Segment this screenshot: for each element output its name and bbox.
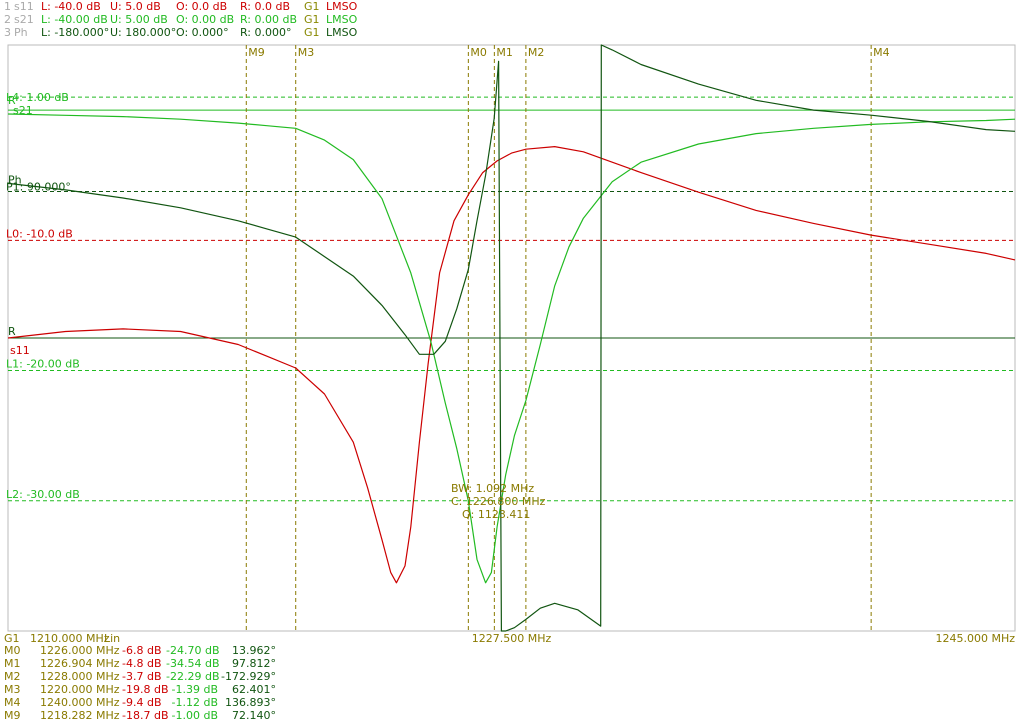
marker-label: M4 (873, 46, 890, 59)
bandwidth-center: C: 1226.800 MHz (451, 495, 546, 508)
bandwidth-value: BW: 1.092 MHz (451, 482, 534, 495)
plot-area[interactable]: M9 M3 M0 M1 M2 M4Rs21L4: 1.00 dBPhP1: 90.000°… (0, 0, 1020, 726)
marker-label: M2 (528, 46, 545, 59)
marker-freq: 1228.000 MHz (40, 670, 120, 683)
marker-freq: 1240.000 MHz (40, 696, 120, 709)
marker-name: M3 (4, 683, 21, 696)
limit-label-p1: P1: 90.000° (6, 181, 71, 194)
trace-label-s11: s11 (10, 344, 30, 357)
marker-name: M0 (4, 644, 21, 657)
axis-center: 1227.500 MHz (472, 632, 552, 645)
marker-label: M3 (298, 46, 315, 59)
marker-name: M1 (4, 657, 21, 670)
limit-label-l2: L2: -30.00 dB (6, 488, 80, 501)
marker-label: M0 (470, 46, 487, 59)
marker-s21-value: -34.54 dB (166, 657, 220, 670)
reference-label: R (8, 325, 16, 338)
marker-s21-value: -1.12 dB (171, 696, 219, 709)
marker-s11-value: -6.8 dB (122, 644, 162, 657)
marker-name: M2 (4, 670, 21, 683)
trace-label-s21: s21 (13, 104, 33, 117)
marker-s11-value: -3.7 dB (122, 670, 162, 683)
marker-s11-value: -9.4 dB (122, 696, 162, 709)
limit-label-l1: L1: -20.00 dB (6, 358, 80, 371)
marker-phase-value: 97.812° (232, 657, 276, 670)
marker-s11-value: -4.8 dB (122, 657, 162, 670)
marker-name: M9 (4, 709, 21, 722)
marker-freq: 1218.282 MHz (40, 709, 120, 722)
limit-label-l4: L4: 1.00 dB (6, 91, 69, 104)
marker-phase-value: -172.929° (221, 670, 276, 683)
axis-stop: 1245.000 MHz (935, 632, 1015, 645)
marker-label: M1 (496, 46, 513, 59)
marker-freq: 1220.000 MHz (40, 683, 120, 696)
marker-s21-value: -1.39 dB (171, 683, 219, 696)
limit-label-l0: L0: -10.0 dB (6, 227, 73, 240)
marker-freq: 1226.000 MHz (40, 644, 120, 657)
marker-s21-value: -22.29 dB (166, 670, 220, 683)
marker-s21-value: -1.00 dB (171, 709, 219, 722)
marker-name: M4 (4, 696, 21, 709)
marker-phase-value: 72.140° (232, 709, 276, 722)
marker-phase-value: 13.962° (232, 644, 276, 657)
marker-s11-value: -18.7 dB (122, 709, 169, 722)
marker-phase-value: 62.401° (232, 683, 276, 696)
marker-s11-value: -19.8 dB (122, 683, 169, 696)
marker-freq: 1226.904 MHz (40, 657, 120, 670)
marker-s21-value: -24.70 dB (166, 644, 220, 657)
marker-label: M9 (248, 46, 265, 59)
marker-phase-value: 136.893° (225, 696, 276, 709)
bandwidth-q: Q: 1123.411 (462, 508, 530, 521)
